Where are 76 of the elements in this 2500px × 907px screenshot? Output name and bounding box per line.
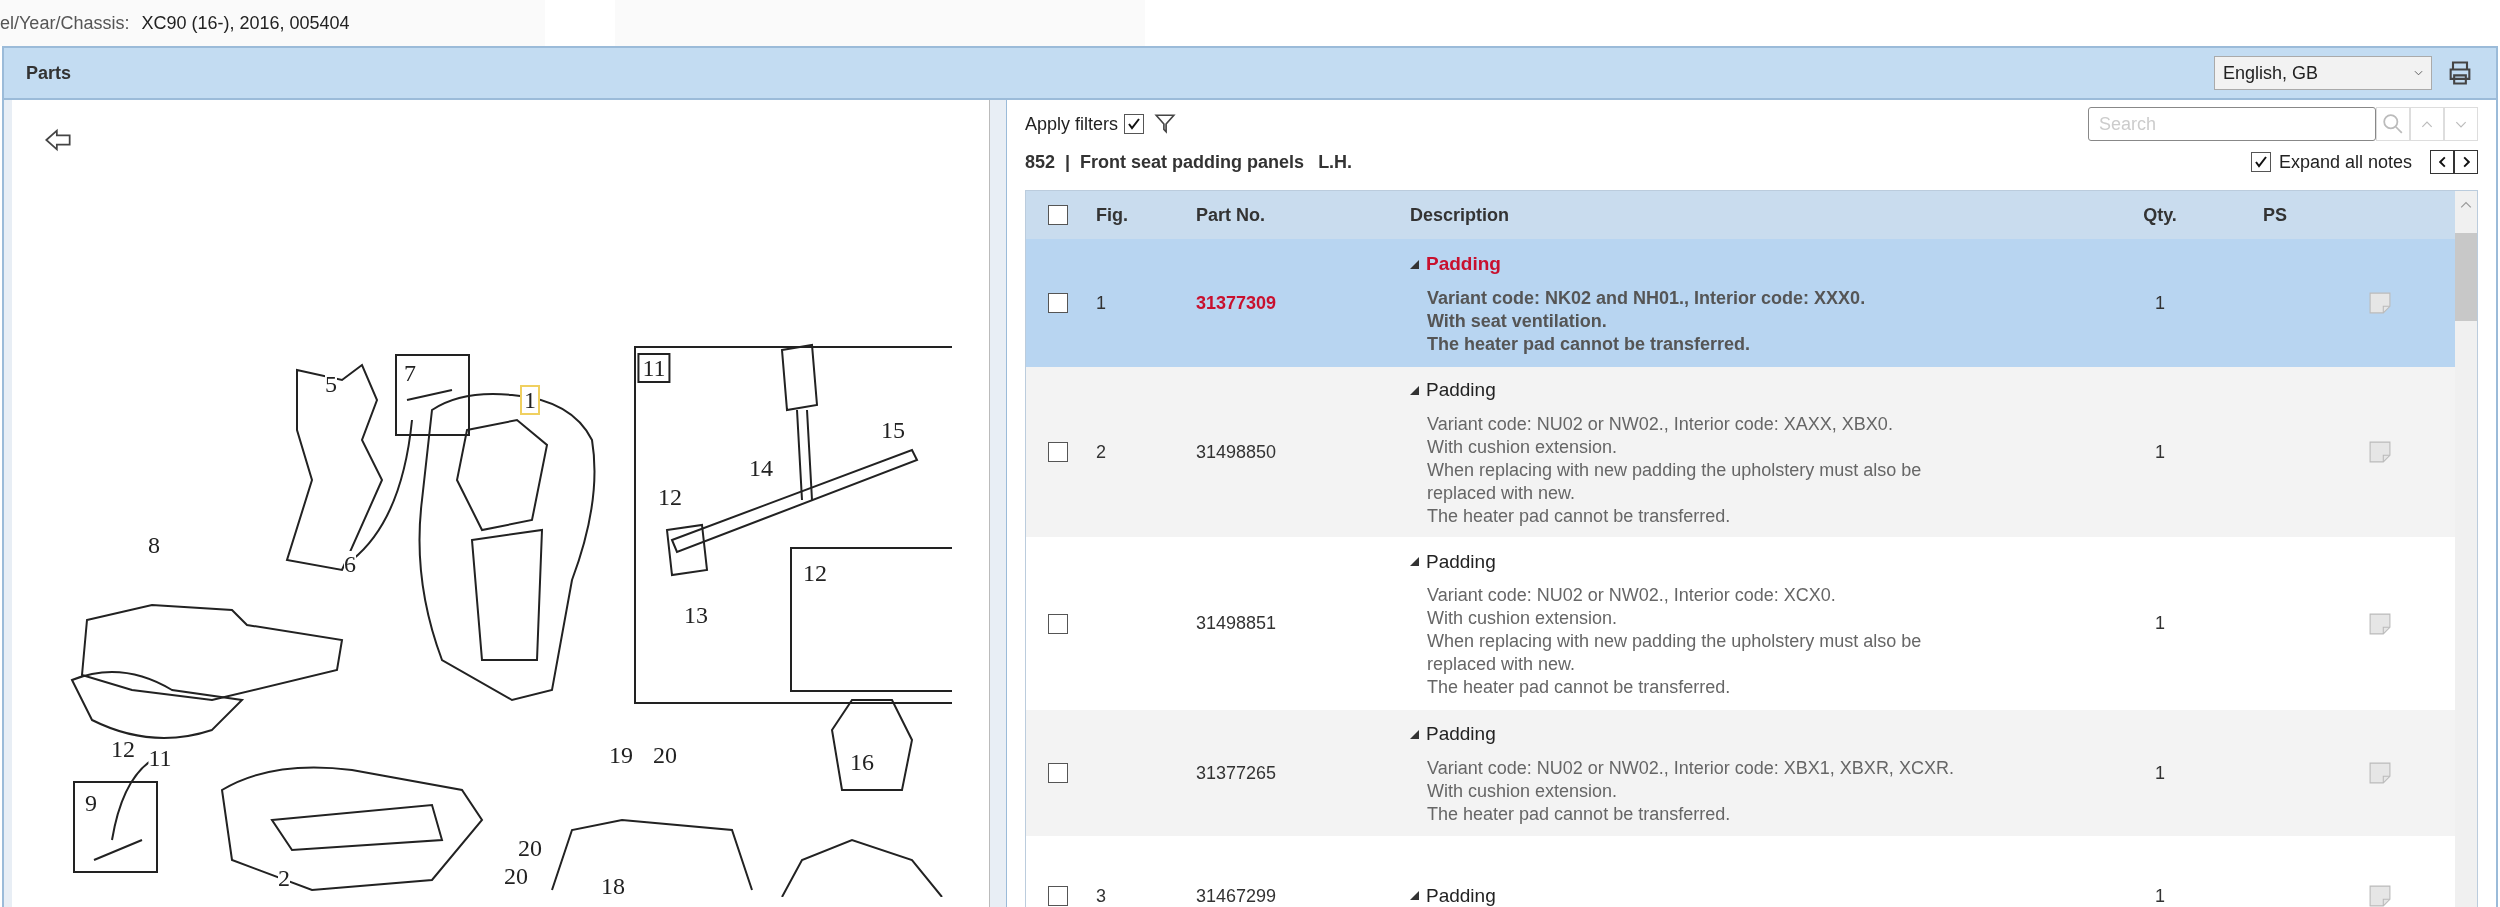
column-header[interactable]: Description	[1410, 204, 1510, 225]
part-note: With cushion extension.	[1427, 435, 1619, 459]
quantity: 1	[2155, 762, 2165, 783]
language-select[interactable]: English, GB	[2214, 56, 2432, 90]
scrollbar-thumb[interactable]	[2455, 233, 2477, 321]
part-note: Variant code: NU02 or NW02., Interior code: XCX0.	[1427, 584, 1837, 608]
fig-number: 2	[1096, 441, 1106, 462]
triangle-icon[interactable]	[1410, 891, 1420, 901]
triangle-icon[interactable]	[1410, 259, 1420, 270]
row-checkbox[interactable]	[1048, 763, 1068, 783]
quantity: 1	[2155, 613, 2165, 633]
part-title: Padding	[1426, 378, 1496, 403]
part-note: Variant code: NU02 or NW02., Interior code: XBX1, XBXR, XCXR.	[1427, 756, 1955, 780]
search-icon	[2382, 113, 2404, 135]
triangle-icon[interactable]	[1410, 729, 1420, 740]
part-note: The heater pad cannot be transferred.	[1427, 676, 1732, 700]
column-header[interactable]: Qty.	[2143, 204, 2177, 225]
part-note: With seat ventilation.	[1427, 309, 1608, 333]
part-number[interactable]: 31467299	[1196, 885, 1277, 906]
quantity: 1	[2155, 441, 2165, 462]
part-title: Padding	[1426, 252, 1501, 277]
part-note: When replacing with new padding the upholstery must also be replaced with new.	[1427, 458, 1923, 505]
part-number[interactable]: 31498851	[1196, 613, 1277, 633]
triangle-icon[interactable]	[1410, 385, 1420, 396]
callout-number[interactable]: 1	[520, 385, 540, 415]
callout-number[interactable]: 11	[637, 353, 671, 383]
part-note: The heater pad cannot be transferred.	[1427, 504, 1732, 528]
fig-number: 3	[1096, 885, 1106, 906]
select-all-checkbox[interactable]	[1048, 205, 1068, 225]
filter-icon[interactable]	[1154, 113, 1177, 135]
part-row[interactable]: 31377265 Padding Variant code: NU02 or NW02., Interior code: XBX1, XBXR, XCXR. With cushion extension. The heater pad cannot be transferred. 1	[1026, 710, 2455, 836]
expand-notes-label: Expand all notes	[2278, 150, 2412, 174]
row-checkbox[interactable]	[1048, 613, 1068, 634]
separator: |	[1065, 150, 1071, 174]
quantity: 1	[2155, 292, 2165, 313]
row-checkbox[interactable]	[1048, 293, 1068, 313]
apply-filters-label: Apply filters	[1025, 112, 1119, 136]
next-button[interactable]	[2454, 150, 2478, 174]
part-number[interactable]: 31498850	[1196, 441, 1277, 462]
panel-title: Parts	[26, 61, 72, 85]
part-note: Variant code: NU02 or NW02., Interior code: XAXX, XBX0.	[1427, 412, 1894, 436]
part-number[interactable]: 31377265	[1196, 762, 1277, 783]
part-title: Padding	[1426, 722, 1496, 747]
section-side: L.H.	[1318, 150, 1353, 174]
chevron-left-icon	[2438, 156, 2446, 168]
section-number: 852	[1025, 150, 1056, 174]
row-checkbox[interactable]	[1048, 442, 1068, 462]
previous-button[interactable]	[2430, 150, 2454, 174]
part-note: When replacing with new padding the upholstery must also be replaced with new.	[1427, 630, 1923, 677]
scrollbar[interactable]	[2455, 191, 2477, 907]
column-header[interactable]: PS	[2263, 204, 2287, 225]
row-checkbox[interactable]	[1048, 886, 1068, 906]
part-title: Padding	[1426, 549, 1496, 574]
vehicle-value: XC90 (16-), 2016, 005404	[141, 11, 350, 35]
part-number[interactable]: 31377309	[1196, 292, 1277, 313]
chevron-down-icon	[2455, 120, 2467, 128]
part-note: With cushion extension.	[1427, 607, 1619, 631]
part-row[interactable]: 1 31377309 Padding Variant code: NK02 and NH01., Interior code: XXX0. With seat ventilation. The heater pad cannot be transferred. 1	[1026, 239, 2455, 367]
chevron-up-icon	[2421, 120, 2433, 128]
back-arrow-icon[interactable]	[44, 128, 72, 152]
part-note: The heater pad cannot be transferred.	[1427, 802, 1732, 826]
chevron-down-icon	[2414, 70, 2423, 76]
apply-filters-checkbox[interactable]	[1124, 114, 1145, 134]
field-label: el/Year/Chassis:	[0, 11, 130, 35]
chevron-right-icon	[2462, 156, 2470, 168]
fig-number: 1	[1096, 292, 1106, 313]
section-title: Front seat padding panels	[1080, 150, 1305, 174]
column-header[interactable]: Part No.	[1196, 204, 1265, 225]
expand-notes-checkbox[interactable]	[2250, 152, 2271, 172]
part-note: Variant code: NK02 and NH01., Interior code: XXX0.	[1427, 286, 1867, 310]
triangle-icon[interactable]	[1410, 557, 1420, 567]
part-title: Padding	[1426, 883, 1496, 907]
quantity: 1	[2155, 885, 2165, 906]
column-header[interactable]: Fig.	[1096, 204, 1128, 225]
part-note: With cushion extension.	[1427, 779, 1619, 803]
part-note: The heater pad cannot be transferred.	[1427, 332, 1752, 356]
